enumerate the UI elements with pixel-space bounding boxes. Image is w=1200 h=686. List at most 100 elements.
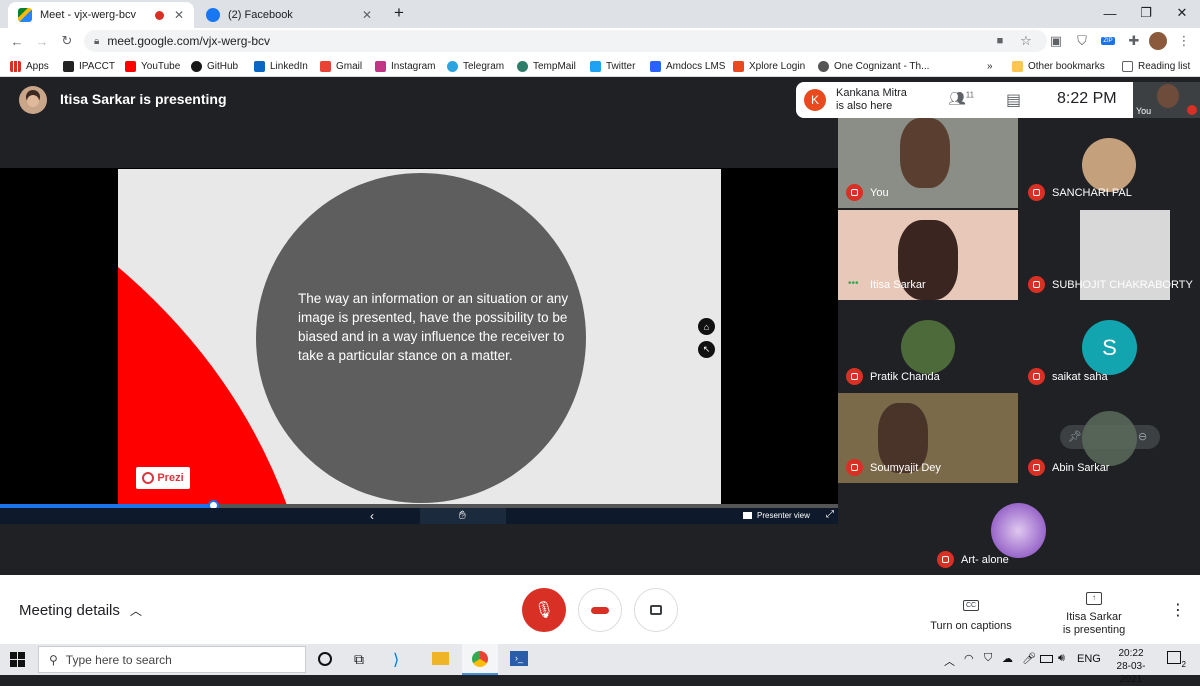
- zip-extension-icon[interactable]: ZIP: [1098, 31, 1118, 51]
- bookmark-label: Twitter: [606, 60, 636, 72]
- show-hidden-icons-icon[interactable]: ︿: [944, 653, 955, 669]
- extensions-puzzle-icon[interactable]: ✚: [1124, 31, 1144, 51]
- participant-tile[interactable]: SANCHARI PAL: [1020, 118, 1200, 208]
- bookmarks-overflow-button[interactable]: »: [987, 57, 993, 75]
- battery-icon[interactable]: [1040, 655, 1053, 663]
- slide-text: The way an information or an situation o…: [298, 291, 569, 363]
- participant-tile[interactable]: ••• Itisa Sarkar: [838, 210, 1018, 300]
- participant-avatar: [991, 503, 1046, 558]
- prezi-label: Prezi: [157, 472, 184, 484]
- self-view-mini[interactable]: You: [1133, 82, 1200, 118]
- leave-call-button[interactable]: [578, 588, 622, 632]
- task-view-icon[interactable]: ⧉: [354, 651, 364, 668]
- language-indicator[interactable]: ENG: [1077, 653, 1101, 665]
- bookmark-apps[interactable]: Apps: [10, 57, 49, 75]
- camera-toggle-button[interactable]: [634, 588, 678, 632]
- participant-name: Pratik Chanda: [870, 371, 940, 383]
- microphone-tray-icon[interactable]: 🎤︎: [1022, 652, 1036, 665]
- bookmark-telegram[interactable]: Telegram: [447, 57, 504, 75]
- meeting-clock: 8:22 PM: [1057, 90, 1117, 107]
- onedrive-icon[interactable]: ☁︎: [1002, 652, 1013, 665]
- participant-name: Itisa Sarkar: [870, 279, 926, 291]
- participant-tile[interactable]: Pratik Chanda: [838, 302, 1018, 392]
- bookmark-twitter[interactable]: Twitter: [590, 57, 635, 75]
- file-explorer-icon[interactable]: [432, 652, 449, 665]
- bookmark-github[interactable]: GitHub: [191, 57, 238, 75]
- back-icon[interactable]: ←: [7, 31, 27, 51]
- remove-icon[interactable]: ⊖: [1138, 430, 1147, 443]
- bookmark-youtube[interactable]: YouTube: [125, 57, 180, 75]
- profile-avatar[interactable]: [1149, 32, 1167, 50]
- fullscreen-icon[interactable]: ⤢: [826, 509, 834, 520]
- participant-tile[interactable]: 📌︎ ⊖ Abin Sarkar: [1020, 393, 1200, 483]
- camera-in-use-icon[interactable]: ■: [990, 31, 1010, 51]
- bookmark-ipacct[interactable]: IPACCT: [63, 57, 115, 75]
- wifi-icon[interactable]: ◠: [964, 652, 974, 665]
- participant-tile[interactable]: You: [838, 118, 1018, 208]
- cast-icon[interactable]: ▣: [1046, 31, 1066, 51]
- bookmark-amdocs[interactable]: Amdocs LMS: [650, 57, 725, 75]
- windows-start-icon[interactable]: [10, 652, 25, 667]
- home-icon[interactable]: ⌂: [698, 318, 715, 335]
- chat-icon[interactable]: ▤: [1006, 90, 1021, 110]
- meeting-details-button[interactable]: Meeting details ︿: [19, 602, 142, 619]
- menu-kebab-icon[interactable]: ⋮: [1174, 31, 1194, 51]
- participant-tile[interactable]: S saikat saha: [1020, 302, 1200, 392]
- bookmark-linkedin[interactable]: LinkedIn: [254, 57, 308, 75]
- tab-facebook[interactable]: (2) Facebook ✕: [196, 2, 382, 28]
- prezi-badge[interactable]: Prezi: [136, 467, 190, 489]
- bookmark-tempmail[interactable]: TempMail: [517, 57, 576, 75]
- bookmark-xplore[interactable]: Xplore Login: [733, 57, 805, 75]
- maximize-button[interactable]: ❐: [1126, 0, 1166, 26]
- reading-list-button[interactable]: Reading list: [1122, 57, 1190, 75]
- vscode-icon[interactable]: ⟩: [393, 650, 399, 670]
- participant-tile[interactable]: Art- alone: [929, 485, 1109, 575]
- security-icon[interactable]: ⛉: [984, 652, 992, 665]
- bookmark-gmail[interactable]: Gmail: [320, 57, 362, 75]
- shield-icon[interactable]: ⛉: [1072, 31, 1092, 51]
- reload-icon[interactable]: ↻: [57, 31, 77, 51]
- previous-slide-icon[interactable]: ‹: [370, 509, 374, 523]
- other-bookmarks-folder[interactable]: Other bookmarks: [1012, 57, 1105, 75]
- bookmark-instagram[interactable]: Instagram: [375, 57, 435, 75]
- more-options-icon[interactable]: ⋮: [1170, 600, 1186, 620]
- address-bar[interactable]: 🔒︎ meet.google.com/vjx-werg-bcv: [84, 30, 1047, 52]
- bookmark-cognizant[interactable]: One Cognizant - Th...: [818, 57, 929, 75]
- mic-off-icon: [1028, 184, 1045, 201]
- present-screen-icon: ↑: [1086, 592, 1102, 605]
- bookmark-label: LinkedIn: [270, 60, 308, 72]
- participant-initial-avatar: S: [1082, 320, 1137, 375]
- cortana-icon[interactable]: [318, 652, 332, 666]
- chrome-taskbar-button[interactable]: [462, 644, 498, 675]
- presenter-view-button[interactable]: Presenter view: [743, 511, 810, 520]
- taskbar-clock[interactable]: 20:22 28-03-2021: [1106, 647, 1156, 686]
- close-tab-icon[interactable]: ✕: [174, 8, 184, 22]
- bookmark-star-icon[interactable]: ☆: [1016, 31, 1036, 51]
- close-tab-icon[interactable]: ✕: [362, 8, 372, 22]
- close-window-button[interactable]: ✕: [1162, 0, 1200, 26]
- present-now-button[interactable]: ↑ Itisa Sarkar is presenting: [1050, 587, 1138, 636]
- amdocs-icon: [650, 60, 661, 72]
- participant-tile[interactable]: Soumyajit Dey: [838, 393, 1018, 483]
- tab-meet[interactable]: Meet - vjx-werg-bcv ✕: [8, 2, 194, 28]
- powershell-icon[interactable]: ›_: [510, 651, 528, 666]
- clock-date: 28-03-2021: [1116, 661, 1146, 685]
- people-button[interactable]: 👥︎11: [948, 90, 978, 110]
- participant-tile[interactable]: SUBHOJIT CHAKRABORTY: [1020, 210, 1200, 300]
- mic-off-icon: [1187, 105, 1197, 115]
- zoom-out-icon[interactable]: ↖: [698, 341, 715, 358]
- taskbar-search-input[interactable]: ⚲ Type here to search: [38, 646, 306, 673]
- minimize-button[interactable]: —: [1090, 0, 1130, 26]
- meeting-details-label: Meeting details: [19, 602, 120, 619]
- microphone-toggle-button[interactable]: 🎙︎: [522, 588, 566, 632]
- pin-icon[interactable]: 📌︎: [1068, 430, 1082, 443]
- captions-icon: CC: [962, 600, 980, 611]
- bookmark-label: Telegram: [463, 60, 505, 72]
- new-tab-button[interactable]: +: [390, 3, 408, 23]
- captions-button[interactable]: CC Turn on captions: [930, 594, 1012, 632]
- github-icon: [191, 60, 202, 72]
- forward-icon[interactable]: →: [32, 31, 52, 51]
- gmail-icon: [320, 60, 331, 72]
- volume-icon[interactable]: 🔊︎: [1058, 652, 1065, 665]
- notification-center-icon[interactable]: 2: [1167, 651, 1186, 669]
